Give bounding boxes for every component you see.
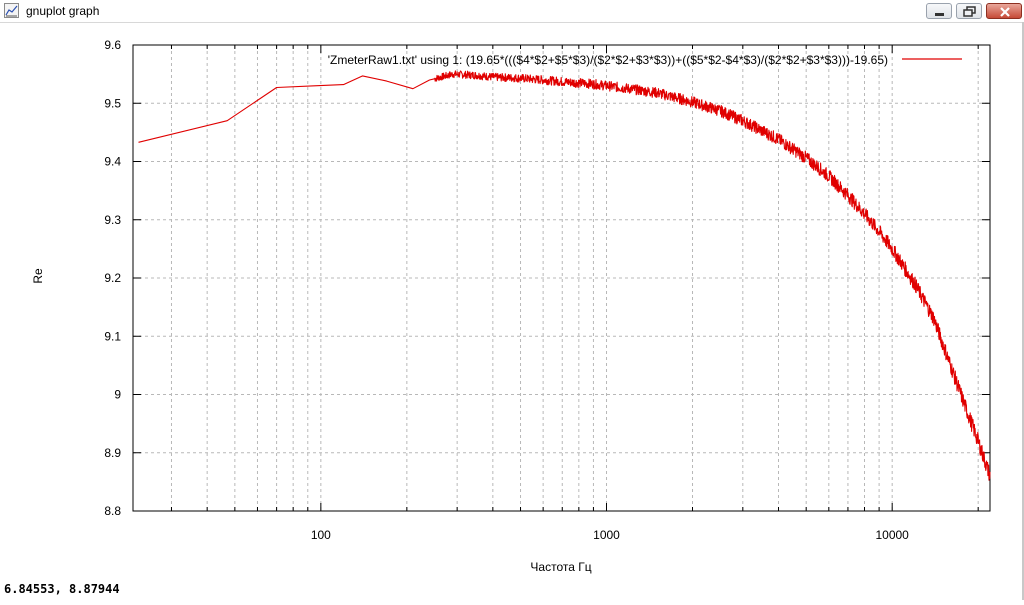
gnuplot-window: gnuplot graph 8.8 8.9 9 9.1 9.2 9.3 9.4 9.5 9.6 … — [0, 0, 1024, 600]
minimize-button[interactable] — [926, 3, 952, 19]
x-ticks: 100 1000 10000 — [170, 45, 979, 542]
x-axis-label: Частота Гц — [530, 560, 591, 574]
minimize-icon — [935, 13, 944, 16]
y-tick-label: 9.5 — [104, 96, 121, 110]
series-line — [138, 70, 991, 481]
title-bar[interactable]: gnuplot graph — [0, 0, 1024, 23]
x-tick-label: 1000 — [593, 528, 620, 542]
legend: 'ZmeterRaw1.txt' using 1: (19.65*((($4*$… — [328, 53, 962, 67]
window-title: gnuplot graph — [26, 4, 100, 18]
x-tick-label: 100 — [311, 528, 331, 542]
restore-icon — [963, 6, 976, 17]
y-tick-label: 8.8 — [104, 504, 121, 518]
plot-area[interactable]: 8.8 8.9 9 9.1 9.2 9.3 9.4 9.5 9.6 100 1000 10000 R… — [0, 23, 1024, 600]
y-tick-label: 9.2 — [104, 271, 121, 285]
legend-label: 'ZmeterRaw1.txt' using 1: (19.65*((($4*$… — [328, 53, 888, 67]
restore-button[interactable] — [956, 3, 982, 19]
series — [138, 70, 991, 481]
mouse-coordinates-readout: 6.84553, 8.87944 — [4, 582, 120, 596]
y-tick-label: 8.9 — [104, 446, 121, 460]
close-icon — [1000, 7, 1010, 17]
close-button[interactable] — [986, 3, 1022, 19]
y-tick-label: 9 — [114, 388, 121, 402]
y-tick-label: 9.3 — [104, 213, 121, 227]
y-tick-label: 9.1 — [104, 329, 121, 343]
x-tick-label: 10000 — [875, 528, 909, 542]
grid — [133, 45, 990, 511]
y-tick-label: 9.6 — [104, 38, 121, 52]
graph-app-icon[interactable] — [4, 3, 19, 18]
y-axis-label: Re — [31, 268, 45, 284]
y-tick-label: 9.4 — [104, 155, 121, 169]
line-chart[interactable]: 8.8 8.9 9 9.1 9.2 9.3 9.4 9.5 9.6 100 1000 10000 R… — [0, 23, 1024, 600]
